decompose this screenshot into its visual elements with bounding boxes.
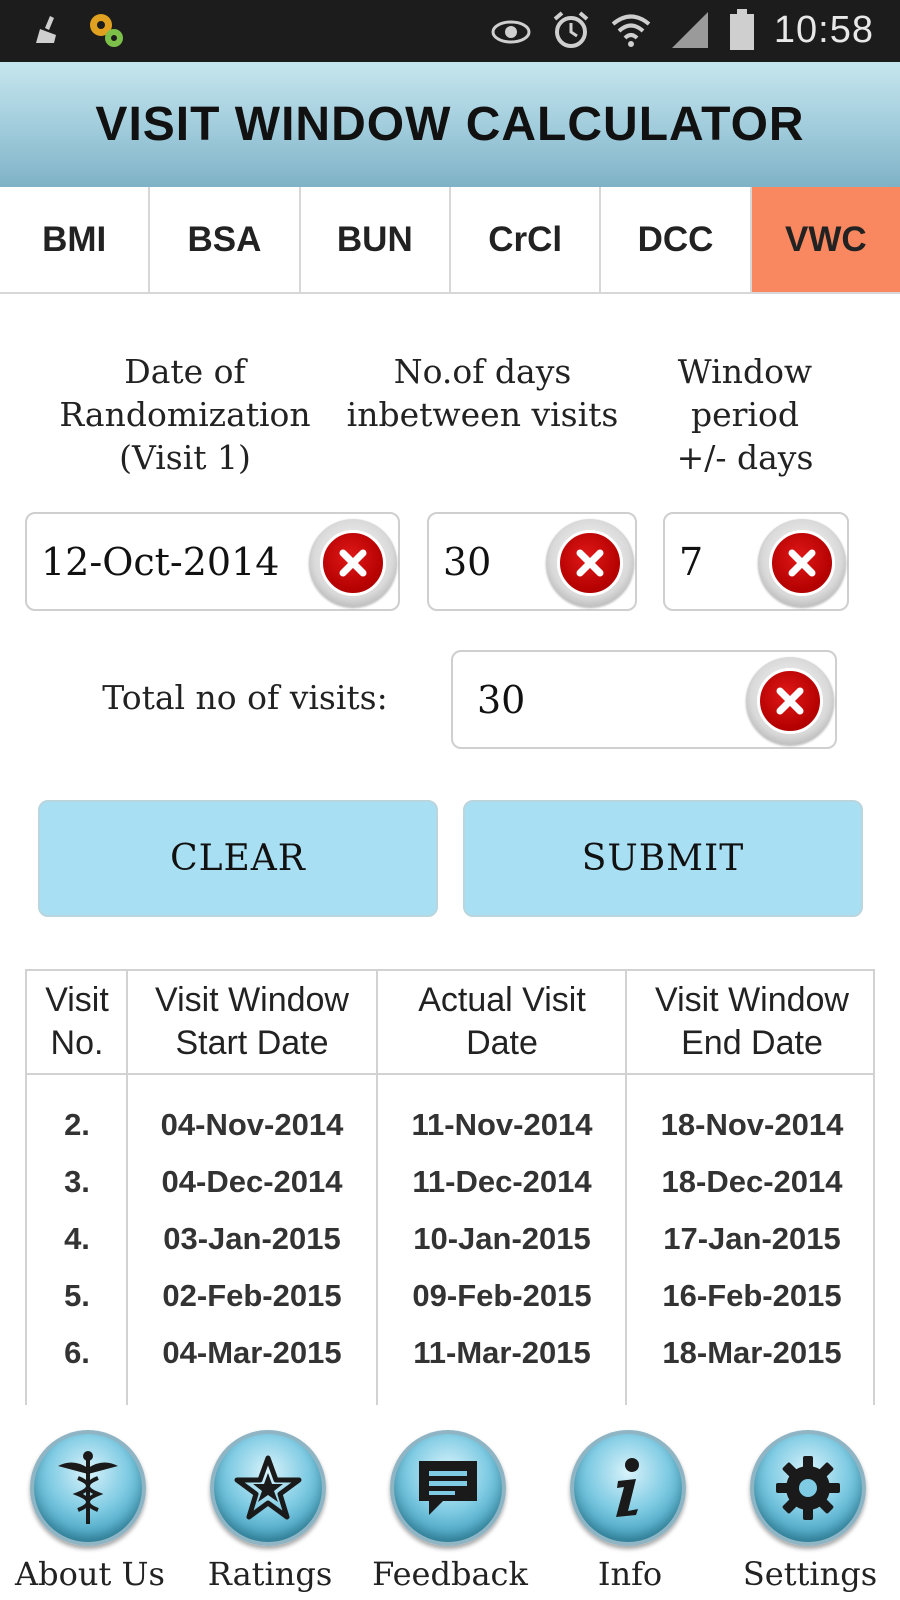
close-icon bbox=[757, 668, 823, 734]
window-end-cell: 18-Dec-2014 bbox=[661, 1163, 843, 1199]
total-visits-label: Total no of visits: bbox=[102, 678, 388, 717]
window-end-cell: 18-Nov-2014 bbox=[660, 1106, 844, 1142]
title-bar: VISIT WINDOW CALCULATOR bbox=[0, 62, 900, 187]
header-text: Start Date bbox=[175, 1024, 329, 1062]
days-label-line-1: No.of days bbox=[393, 352, 572, 391]
window-period-label: Window period +/- days bbox=[625, 350, 865, 479]
visit-no-cell: 5. bbox=[64, 1277, 90, 1313]
calculator-tabs: BMI BSA BUN CrCl DCC VWC bbox=[0, 187, 900, 294]
submit-button[interactable]: SUBMIT bbox=[463, 800, 863, 917]
date-of-randomization-field[interactable]: 12-Oct-2014 bbox=[25, 512, 400, 611]
window-start-cell: 04-Mar-2015 bbox=[162, 1334, 342, 1370]
clear-date-button[interactable] bbox=[309, 519, 397, 607]
tab-bsa[interactable]: BSA bbox=[150, 187, 301, 292]
close-icon bbox=[320, 530, 386, 596]
actual-visit-cell: 11-Dec-2014 bbox=[412, 1163, 592, 1199]
window-period-field[interactable]: 7 bbox=[663, 512, 849, 611]
nav-settings[interactable]: Settings bbox=[720, 1405, 900, 1600]
window-end-cell: 18-Mar-2015 bbox=[662, 1334, 842, 1370]
visit-no-cell: 6. bbox=[64, 1334, 90, 1370]
header-text: Date bbox=[466, 1024, 538, 1062]
days-value: 30 bbox=[443, 539, 492, 584]
tab-bun[interactable]: BUN bbox=[300, 187, 451, 292]
header-text: Visit bbox=[45, 981, 109, 1019]
visit-no-cell: 3. bbox=[64, 1163, 90, 1199]
header-text: End Date bbox=[681, 1024, 823, 1062]
days-label-line-2: inbetween visits bbox=[346, 395, 619, 434]
tab-crcl[interactable]: CrCl bbox=[450, 187, 602, 292]
date-label-line-2: Randomization bbox=[59, 395, 311, 434]
window-end-cell: 17-Jan-2015 bbox=[663, 1220, 841, 1256]
visit-schedule-table: Visit No. Visit Window Start Date Actual V… bbox=[25, 969, 875, 1405]
caduceus-icon bbox=[30, 1430, 146, 1546]
window-end-cell: 16-Feb-2015 bbox=[662, 1277, 842, 1313]
header-window-end: Visit Window End Date bbox=[627, 971, 873, 1073]
wifi-icon bbox=[611, 14, 651, 47]
tab-dcc[interactable]: DCC bbox=[601, 187, 752, 292]
bottom-navigation: About Us Ratings Feedback Info Settings bbox=[0, 1405, 900, 1600]
header-text: Visit Window bbox=[155, 981, 349, 1019]
page-title: VISIT WINDOW CALCULATOR bbox=[95, 98, 805, 151]
window-start-cell: 03-Jan-2015 bbox=[163, 1220, 341, 1256]
window-value: 7 bbox=[679, 539, 704, 584]
status-bar: 10:58 bbox=[0, 0, 900, 62]
total-visits-field[interactable]: 30 bbox=[451, 650, 837, 749]
close-icon bbox=[557, 530, 623, 596]
actual-visit-cell: 11-Nov-2014 bbox=[411, 1106, 593, 1142]
info-icon bbox=[570, 1430, 686, 1546]
eye-icon bbox=[491, 20, 531, 44]
actual-visit-cell: 09-Feb-2015 bbox=[412, 1277, 592, 1313]
chat-bubble-icon bbox=[390, 1430, 506, 1546]
status-time: 10:58 bbox=[773, 8, 874, 51]
date-label-line-1: Date of bbox=[124, 352, 246, 391]
alarm-icon bbox=[553, 11, 589, 48]
days-between-visits-label: No.of days inbetween visits bbox=[345, 350, 620, 436]
visit-no-cell: 4. bbox=[64, 1220, 90, 1256]
date-of-randomization-label: Date of Randomization (Visit 1) bbox=[40, 350, 330, 479]
window-label-line-2: +/- days bbox=[676, 438, 814, 477]
clear-window-button[interactable] bbox=[758, 519, 846, 607]
window-start-cell: 04-Nov-2014 bbox=[160, 1106, 344, 1142]
date-label-line-3: (Visit 1) bbox=[119, 438, 251, 477]
battery-icon bbox=[729, 9, 754, 50]
settings-gears-icon bbox=[90, 14, 123, 47]
header-visit-no: Visit No. bbox=[27, 971, 127, 1073]
tab-bmi[interactable]: BMI bbox=[0, 187, 151, 292]
window-start-cell: 02-Feb-2015 bbox=[162, 1277, 342, 1313]
visit-no-cell: 2. bbox=[64, 1106, 90, 1142]
nav-label: Info bbox=[597, 1555, 663, 1593]
actual-visit-cell: 11-Mar-2015 bbox=[413, 1334, 591, 1370]
nav-label: Settings bbox=[742, 1555, 878, 1593]
header-window-start: Visit Window Start Date bbox=[127, 971, 377, 1073]
nav-label: About Us bbox=[15, 1555, 165, 1593]
star-icon bbox=[210, 1430, 326, 1546]
close-icon bbox=[769, 530, 835, 596]
date-value: 12-Oct-2014 bbox=[41, 539, 280, 584]
header-text: Actual Visit bbox=[418, 981, 586, 1019]
nav-label: Feedback bbox=[372, 1555, 528, 1593]
total-visits-value: 30 bbox=[477, 677, 526, 722]
gear-icon bbox=[750, 1430, 866, 1546]
clear-days-button[interactable] bbox=[546, 519, 634, 607]
clear-total-visits-button[interactable] bbox=[746, 657, 834, 745]
nav-feedback[interactable]: Feedback bbox=[360, 1405, 540, 1600]
header-actual-visit: Actual Visit Date bbox=[377, 971, 627, 1073]
signal-icon bbox=[671, 12, 708, 48]
cleaner-icon bbox=[36, 16, 56, 43]
nav-label: Ratings bbox=[207, 1555, 333, 1593]
nav-ratings[interactable]: Ratings bbox=[180, 1405, 360, 1600]
window-start-cell: 04-Dec-2014 bbox=[161, 1163, 343, 1199]
window-label-line-1: Window period bbox=[677, 352, 813, 434]
header-text: Visit Window bbox=[655, 981, 849, 1019]
tab-vwc[interactable]: VWC bbox=[751, 187, 900, 292]
days-between-visits-field[interactable]: 30 bbox=[427, 512, 637, 611]
clear-button[interactable]: CLEAR bbox=[38, 800, 438, 917]
nav-info[interactable]: Info bbox=[540, 1405, 720, 1600]
nav-about-us[interactable]: About Us bbox=[0, 1405, 180, 1600]
actual-visit-cell: 10-Jan-2015 bbox=[413, 1220, 591, 1256]
header-text: No. bbox=[50, 1024, 104, 1062]
